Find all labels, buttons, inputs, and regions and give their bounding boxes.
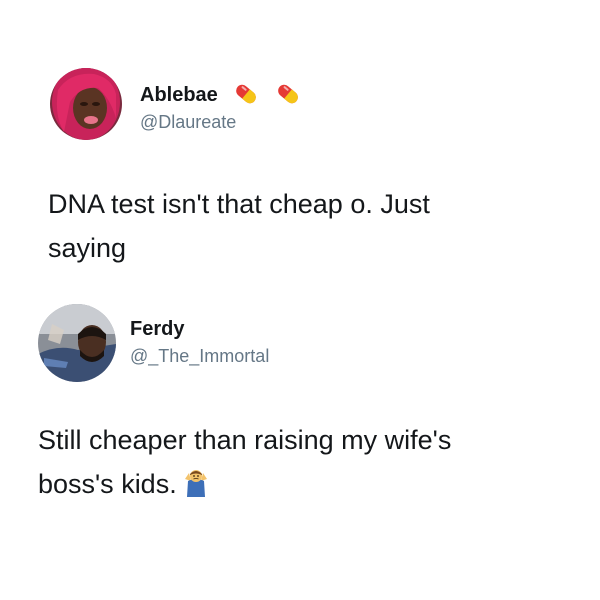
tweet-text: Still cheaper than raising my wife's bos… xyxy=(38,418,558,506)
name-emoji-row xyxy=(232,80,302,108)
tweet-text: DNA test isn't that cheap o. Just saying xyxy=(48,182,548,270)
tweet-text-line: saying xyxy=(48,233,127,263)
user-handle[interactable]: @Dlaureate xyxy=(140,112,236,133)
display-name[interactable]: Ferdy xyxy=(130,318,184,341)
avatar-photo-icon xyxy=(50,68,122,140)
pill-icon xyxy=(278,84,298,104)
avatar[interactable] xyxy=(50,68,122,140)
avatar[interactable] xyxy=(38,304,116,382)
tweet-text-line: boss's kids. xyxy=(38,469,177,499)
tweet-ablebae: Ablebae @Dlaureate DNA test isn't that c… xyxy=(0,0,600,290)
user-handle[interactable]: @_The_Immortal xyxy=(130,346,269,367)
tweet-text-line: DNA test isn't that cheap o. Just xyxy=(48,189,430,219)
tweet-ferdy: Ferdy @_The_Immortal Still cheaper than … xyxy=(0,290,600,600)
display-name[interactable]: Ablebae xyxy=(140,84,218,107)
tweet-text-line: Still cheaper than raising my wife's xyxy=(38,425,452,455)
man-shrugging-icon xyxy=(184,470,207,497)
avatar-photo-icon xyxy=(38,304,116,382)
tweet-text-line-last: boss's kids. xyxy=(38,462,558,506)
pill-icon xyxy=(236,84,256,104)
